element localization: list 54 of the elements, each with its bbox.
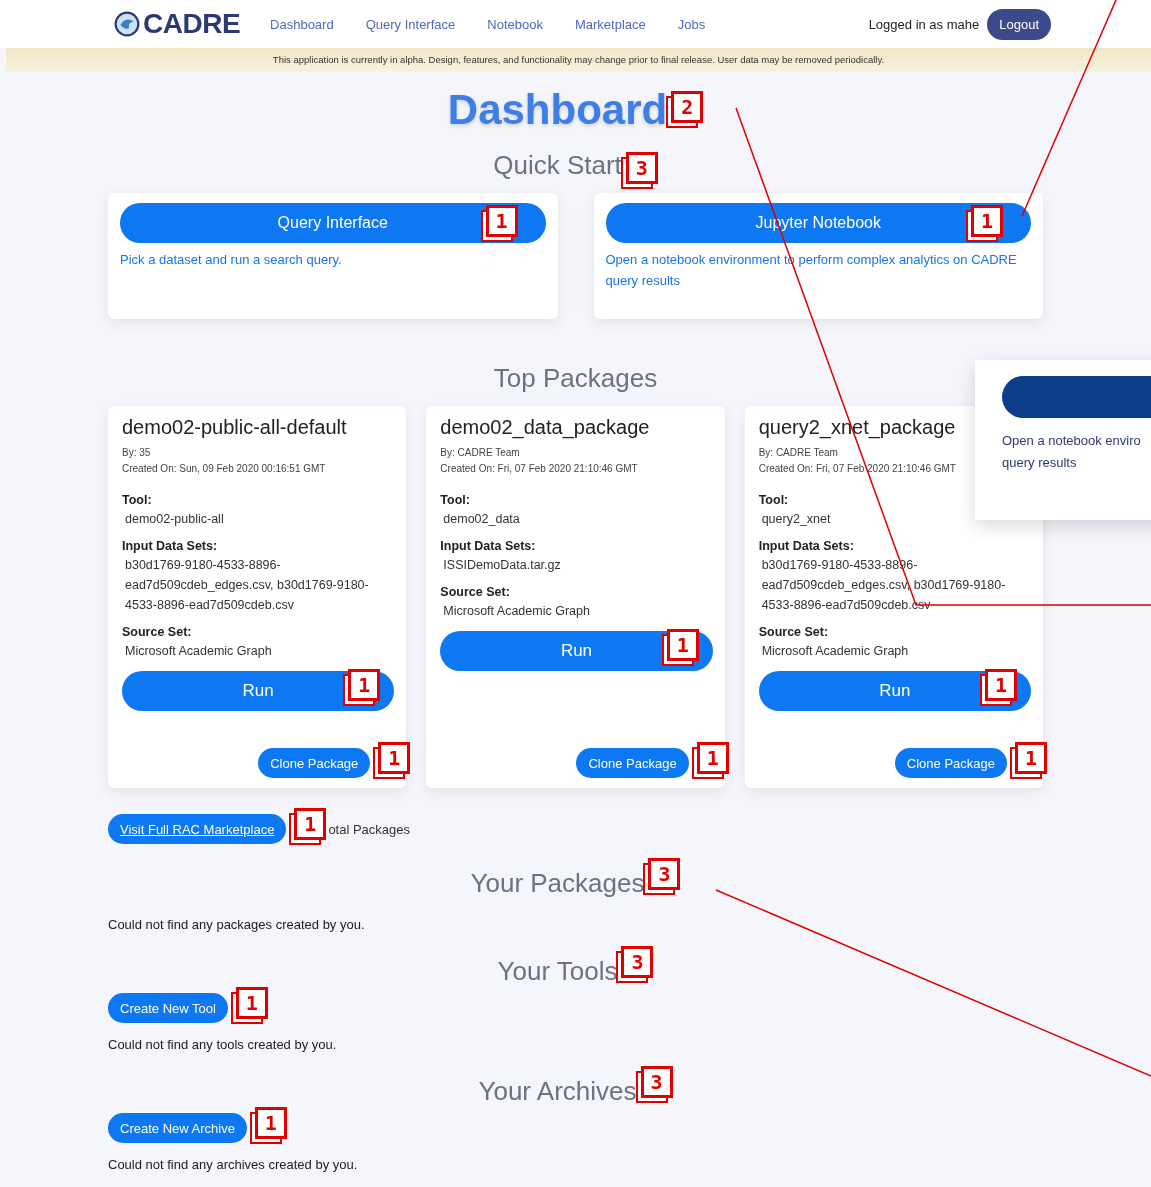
marketplace-link[interactable]: Visit Full RAC Marketplace <box>108 814 287 844</box>
field-value: Microsoft Academic Graph <box>760 643 910 660</box>
field-label: Tool: <box>758 492 789 509</box>
clone-package-button[interactable]: Clone Package <box>258 748 371 778</box>
section-heading: Top Packages <box>493 363 658 394</box>
field-label: Source Set: <box>122 624 192 641</box>
alpha-banner: This application is currently in alpha. Design, features, and functionality may change prior to final release. User data may be removed periodically. <box>6 48 1151 72</box>
field-value: Microsoft Academic Graph <box>442 603 591 620</box>
field-label: Tool: <box>440 492 470 509</box>
callout-text: Open a notebook enviro <box>1002 432 1142 450</box>
logo-icon <box>114 11 140 37</box>
field-label: Source Set: <box>758 624 829 641</box>
page-title: Dashboard <box>447 86 668 134</box>
field-label: Input Data Sets: <box>758 538 854 555</box>
section-heading: Your Tools <box>497 956 618 987</box>
field-value: demo02_data <box>442 511 521 528</box>
nav-link[interactable]: Notebook <box>487 16 543 32</box>
field-label: Input Data Sets: <box>440 538 536 555</box>
field-label: Source Set: <box>440 584 510 601</box>
field-label: Input Data Sets: <box>122 538 218 555</box>
section-heading: Your Packages <box>470 868 645 899</box>
logout-button[interactable]: Logout <box>987 8 1051 40</box>
empty-message: Could not find any archives created by you. <box>108 1157 358 1172</box>
create-button[interactable]: Create New Archive <box>108 1113 247 1143</box>
package-name: demo02-public-all-default <box>122 416 347 439</box>
login-status: Logged in as mahe <box>868 16 980 32</box>
section-heading: Quick Start <box>493 150 622 181</box>
empty-message: Could not find any packages created by you. <box>108 917 365 932</box>
field-value: b30d1769-9180-4533-8896-ead7d509cdeb_edges.csv, b30d1769-9180-4533-8896-ead7d509cdeb.csv <box>124 557 370 614</box>
field-value: ISSIDemoData.tar.gz <box>442 557 562 574</box>
package-date: Created On: Fri, 07 Feb 2020 21:10:46 GMT <box>440 462 638 476</box>
package-date: Created On: Fri, 07 Feb 2020 21:10:46 GMT <box>758 462 956 476</box>
field-value: demo02-public-all <box>124 511 225 528</box>
clone-package-button[interactable]: Clone Package <box>576 748 689 778</box>
callout-text: query results <box>1002 454 1078 472</box>
field-value: query2_xnet <box>760 511 832 528</box>
logo-text: CADRE <box>143 8 241 40</box>
package-author: By: 35 <box>122 446 151 460</box>
section-heading: Your Archives <box>478 1076 637 1107</box>
nav-link[interactable]: Marketplace <box>574 16 646 32</box>
nav-link[interactable]: Query Interface <box>365 16 456 32</box>
field-value: Microsoft Academic Graph <box>124 643 273 660</box>
nav-link[interactable]: Dashboard <box>270 16 334 32</box>
nav-link[interactable]: Jobs <box>677 16 706 32</box>
create-button[interactable]: Create New Tool <box>108 993 228 1023</box>
clone-package-button[interactable]: Clone Package <box>894 748 1007 778</box>
package-date: Created On: Sun, 09 Feb 2020 00:16:51 GMT <box>122 462 326 476</box>
total-packages-text: otal Packages <box>328 821 411 837</box>
package-author: By: CADRE Team <box>440 446 520 460</box>
empty-message: Could not find any tools created by you. <box>108 1037 337 1052</box>
card-description: Pick a dataset and run a search query. <box>120 251 343 269</box>
package-author: By: CADRE Team <box>758 446 838 460</box>
package-name: demo02_data_package <box>440 416 650 439</box>
field-label: Tool: <box>122 492 152 509</box>
